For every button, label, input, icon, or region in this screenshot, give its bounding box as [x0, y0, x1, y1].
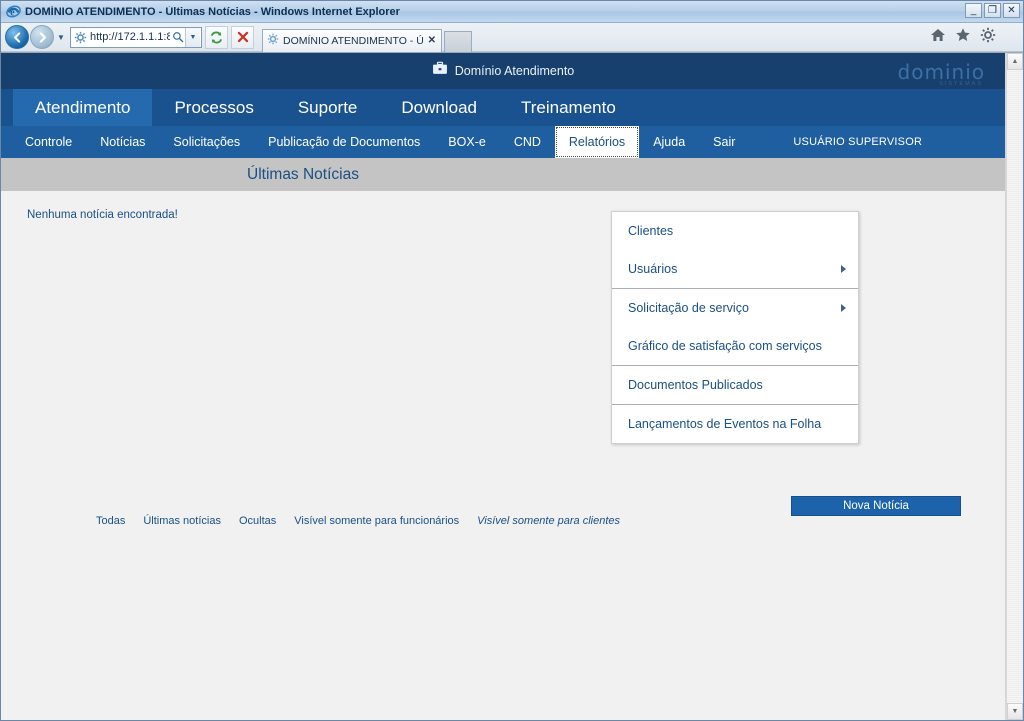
scrollbar-track[interactable]	[1007, 70, 1023, 703]
site-brand-label: Domínio Atendimento	[454, 64, 575, 78]
subnav-item-relatorios[interactable]: Relatórios	[554, 126, 640, 158]
tab-strip: DOMÍNIO ATENDIMENTO - Ú... ✕	[262, 23, 472, 52]
subnav-item-publicacao-de-documentos[interactable]: Publicação de Documentos	[254, 126, 434, 158]
menu-item-lancamentos-de-eventos-na-folha[interactable]: Lançamentos de Eventos na Folha	[612, 405, 858, 443]
relatorios-dropdown-menu: Clientes Usuários Solicitação de serviço…	[611, 211, 859, 444]
favorites-icon[interactable]	[954, 26, 972, 44]
search-icon[interactable]	[170, 31, 185, 43]
mainnav-item-atendimento[interactable]: Atendimento	[13, 89, 153, 126]
subnav-item-controle[interactable]: Controle	[11, 126, 86, 158]
subnav-item-solicitacoes[interactable]: Solicitações	[159, 126, 254, 158]
submenu-arrow-icon	[841, 304, 846, 312]
site-header: Domínio Atendimento dominio SISTEMAS	[1, 53, 1005, 89]
nova-noticia-button[interactable]: Nova Notícia	[791, 496, 961, 516]
dropdown-group: Documentos Publicados	[612, 366, 858, 405]
address-dropdown-icon[interactable]: ▼	[185, 27, 200, 47]
menu-item-usuarios[interactable]: Usuários	[612, 250, 858, 288]
menu-item-documentos-publicados[interactable]: Documentos Publicados	[612, 366, 858, 404]
vertical-scrollbar[interactable]: ▲ ▼	[1006, 53, 1023, 720]
menu-item-grafico-de-satisfacao[interactable]: Gráfico de satisfação com serviços	[612, 327, 858, 365]
logged-user-label: USUÁRIO SUPERVISOR	[793, 136, 923, 148]
new-tab-button[interactable]	[444, 30, 472, 52]
title-bar: e DOMÍNIO ATENDIMENTO - Últimas Notícias…	[1, 1, 1023, 23]
dropdown-group: Lançamentos de Eventos na Folha	[612, 405, 858, 443]
window-controls: _ ❐ ✕	[965, 3, 1020, 18]
menu-item-label: Documentos Publicados	[628, 378, 763, 392]
close-button[interactable]: ✕	[1003, 3, 1020, 18]
scroll-down-arrow-icon[interactable]: ▼	[1007, 703, 1023, 720]
submenu-arrow-icon	[841, 265, 846, 273]
menu-item-label: Gráfico de satisfação com serviços	[628, 339, 822, 353]
minimize-button[interactable]: _	[965, 3, 982, 18]
menu-item-clientes[interactable]: Clientes	[612, 212, 858, 250]
tab-title: DOMÍNIO ATENDIMENTO - Ú...	[283, 34, 424, 47]
menu-item-solicitacao-de-servico[interactable]: Solicitação de serviço	[612, 289, 858, 327]
internet-explorer-icon: e	[5, 4, 21, 20]
mainnav-item-processos[interactable]: Processos	[152, 89, 275, 126]
web-page: Domínio Atendimento dominio SISTEMAS Ate…	[1, 53, 1006, 720]
filter-link-ocultas[interactable]: Ocultas	[239, 515, 276, 527]
browser-window: e DOMÍNIO ATENDIMENTO - Últimas Notícias…	[0, 0, 1024, 721]
tab-close-icon[interactable]: ✕	[428, 35, 436, 46]
address-bar[interactable]: http://172.1.1.1:8 ▼	[70, 26, 202, 48]
maximize-button[interactable]: ❐	[984, 3, 1001, 18]
filter-link-visivel-clientes[interactable]: Visível somente para clientes	[477, 515, 620, 527]
page-title: Últimas Notícias	[247, 165, 359, 183]
menu-item-label: Clientes	[628, 224, 674, 238]
tab-favicon-icon	[267, 32, 279, 50]
toolbar-right-icons	[929, 26, 997, 44]
address-text: http://172.1.1.1:8	[90, 31, 170, 43]
menu-item-label: Lançamentos de Eventos na Folha	[628, 417, 822, 431]
refresh-icon[interactable]	[205, 25, 228, 49]
briefcase-icon	[432, 61, 448, 81]
browser-toolbar: ▼ http://172.1.1.1:8 ▼ DOMÍNIO ATENDIMEN…	[1, 23, 1023, 52]
browser-viewport: Domínio Atendimento dominio SISTEMAS Ate…	[1, 52, 1023, 720]
new-news-button-row: Nova Notícia	[1, 496, 1005, 516]
subnav-item-cnd[interactable]: CND	[500, 126, 555, 158]
filter-link-todas[interactable]: Todas	[96, 515, 125, 527]
dominio-logo-sub: SISTEMAS	[939, 81, 983, 87]
browser-tab[interactable]: DOMÍNIO ATENDIMENTO - Ú... ✕	[262, 28, 442, 52]
recent-pages-icon[interactable]: ▼	[54, 25, 68, 49]
window-title: DOMÍNIO ATENDIMENTO - Últimas Notícias -…	[25, 5, 400, 18]
forward-icon[interactable]	[30, 25, 54, 49]
svg-text:e: e	[10, 7, 15, 18]
back-icon[interactable]	[5, 25, 29, 49]
dropdown-group: Clientes Usuários	[612, 212, 858, 289]
menu-item-label: Usuários	[628, 262, 678, 276]
dropdown-group: Solicitação de serviço Gráfico de satisf…	[612, 289, 858, 366]
mainnav-item-treinamento[interactable]: Treinamento	[499, 89, 638, 126]
mainnav-item-suporte[interactable]: Suporte	[276, 89, 380, 126]
sub-navigation: Controle Notícias Solicitações Publicaçã…	[1, 126, 1005, 158]
tools-gear-icon[interactable]	[979, 26, 997, 44]
page-favicon-icon	[72, 29, 88, 45]
subnav-item-noticias[interactable]: Notícias	[86, 126, 159, 158]
menu-item-label: Solicitação de serviço	[628, 301, 749, 315]
brand-line: Domínio Atendimento	[432, 61, 575, 81]
home-icon[interactable]	[929, 26, 947, 44]
subnav-item-sair[interactable]: Sair	[699, 126, 749, 158]
page-title-bar: Últimas Notícias	[1, 158, 1005, 191]
filter-link-visivel-funcionarios[interactable]: Visível somente para funcionários	[294, 515, 459, 527]
scroll-up-arrow-icon[interactable]: ▲	[1007, 53, 1023, 70]
subnav-item-ajuda[interactable]: Ajuda	[639, 126, 699, 158]
main-navigation: Atendimento Processos Suporte Download T…	[1, 89, 1005, 126]
mainnav-item-download[interactable]: Download	[379, 89, 499, 126]
dominio-logo: dominio	[897, 60, 985, 84]
news-filter-links: Todas Últimas notícias Ocultas Visível s…	[1, 515, 1005, 527]
subnav-item-box-e[interactable]: BOX-e	[434, 126, 500, 158]
stop-icon[interactable]	[231, 25, 254, 49]
filter-link-ultimas-noticias[interactable]: Últimas notícias	[143, 515, 221, 527]
